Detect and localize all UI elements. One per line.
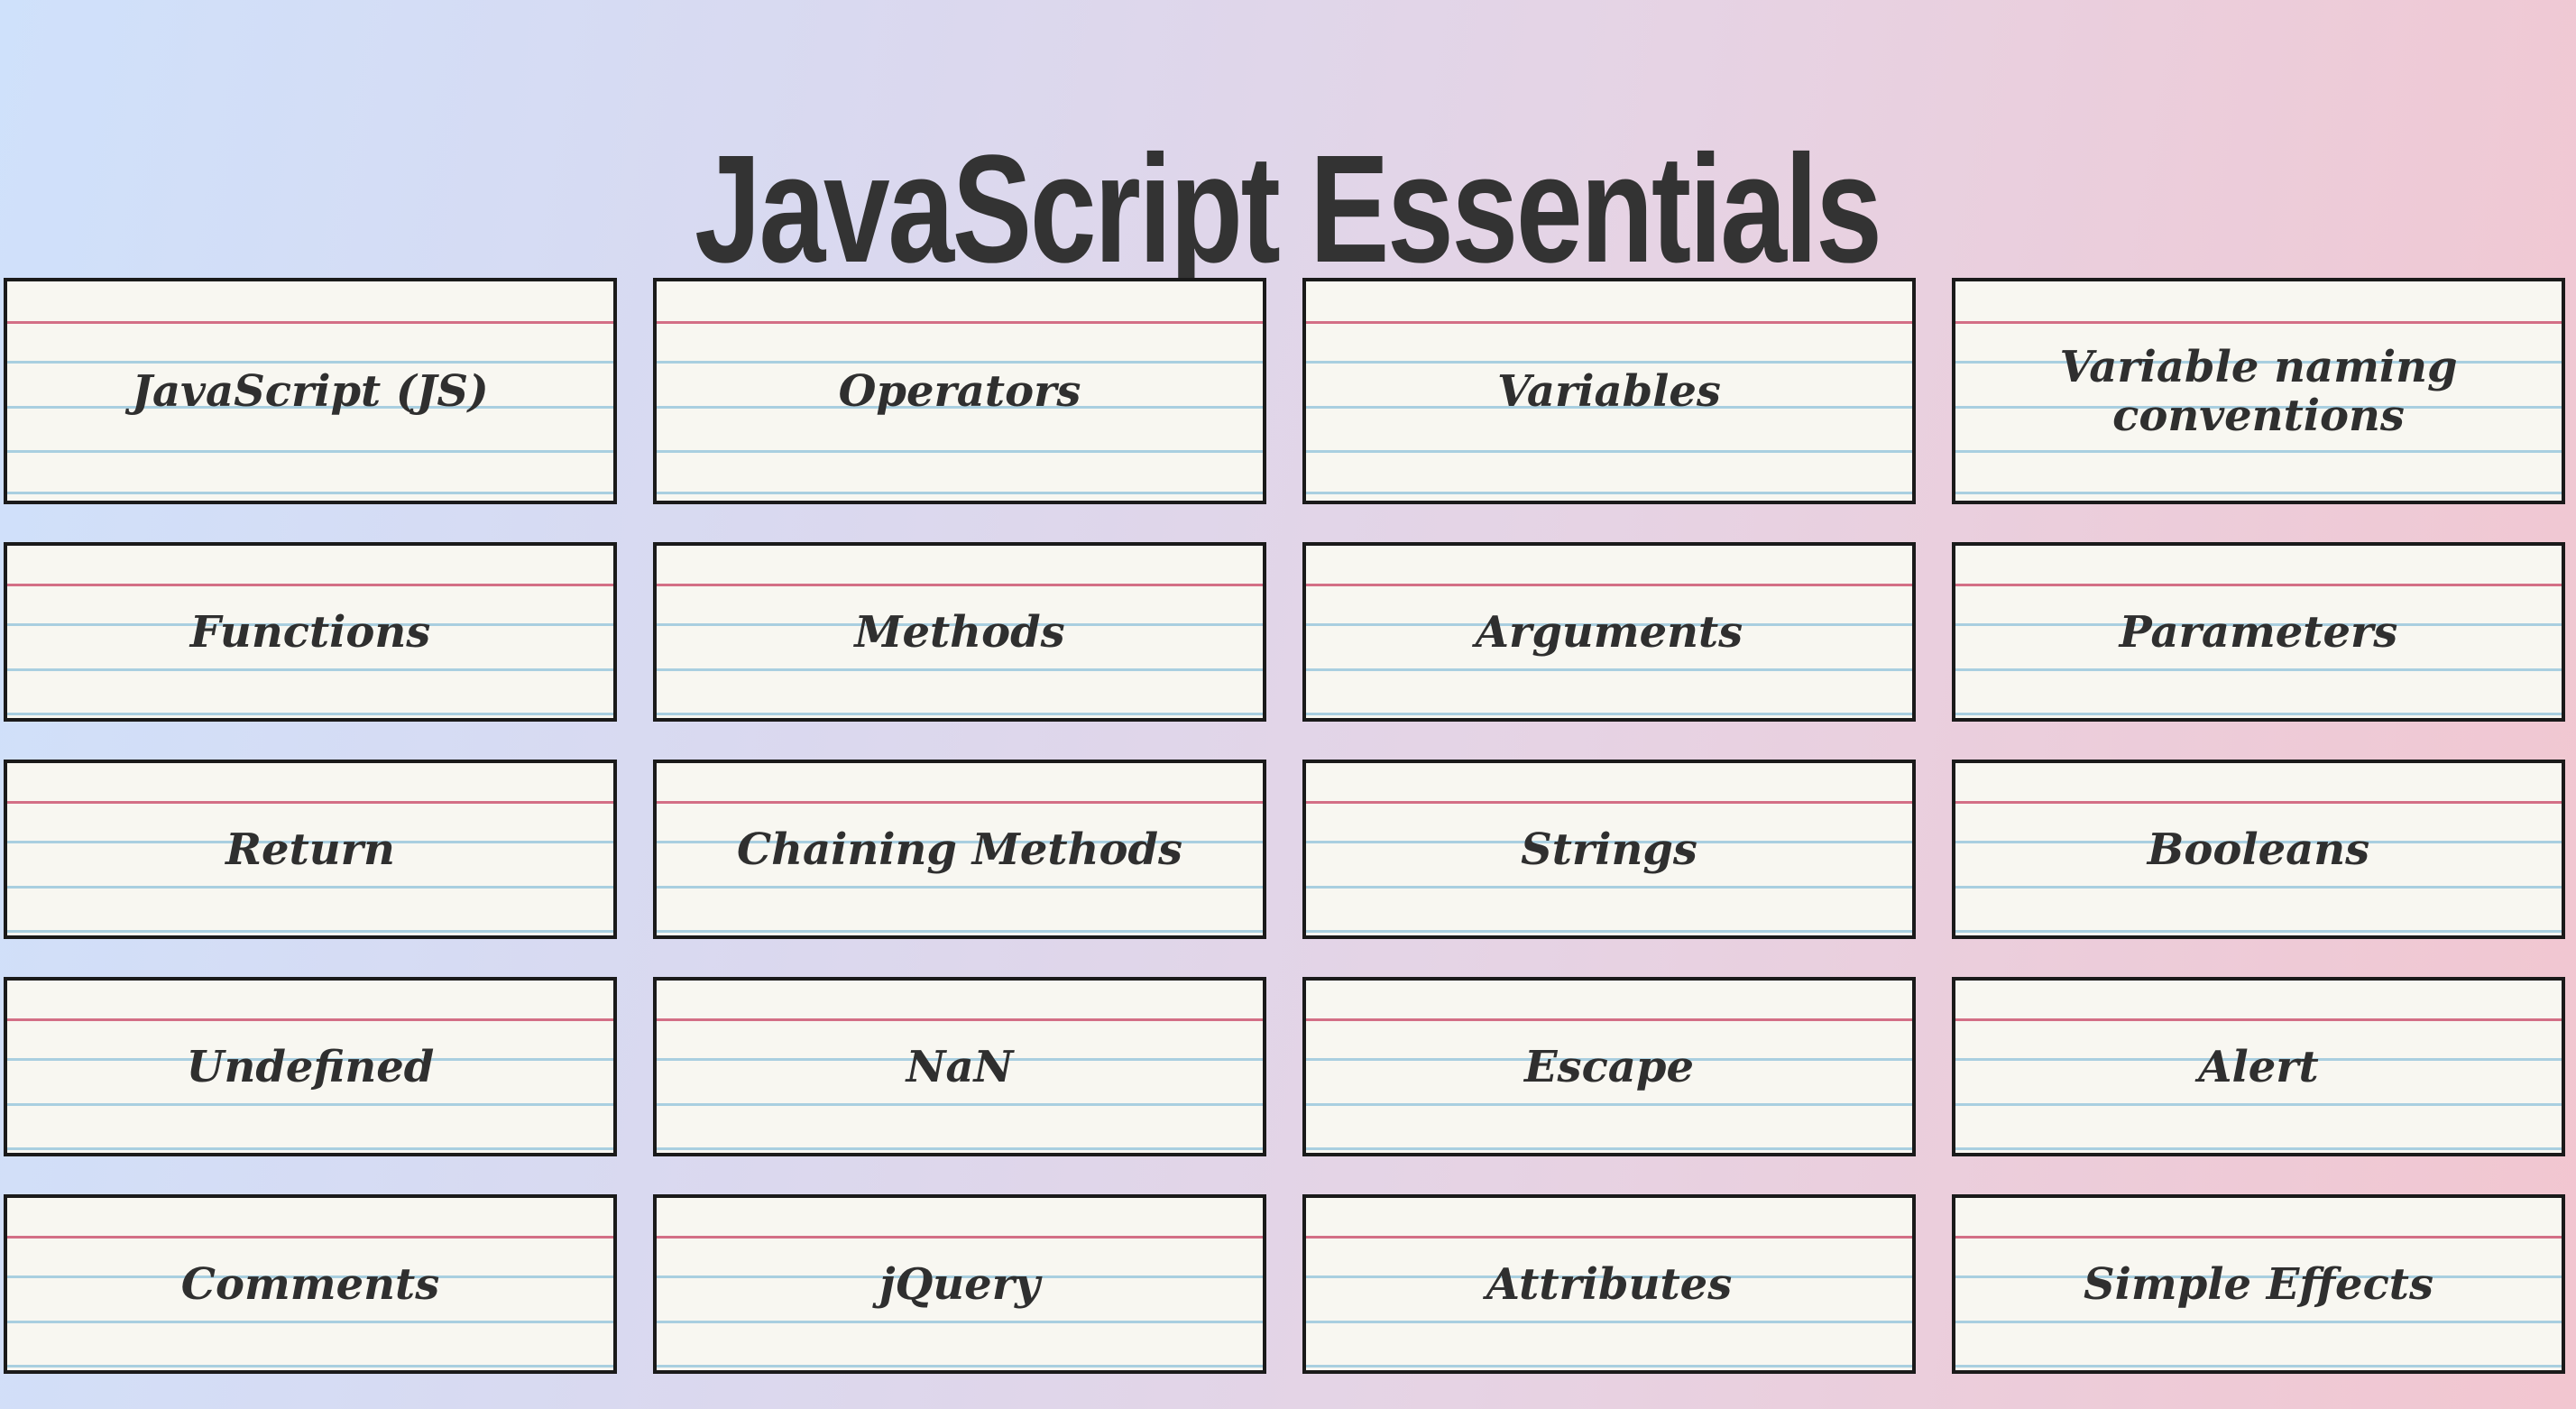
flashcard-booleans[interactable]: Booleans bbox=[1952, 760, 2565, 939]
flashcard-variables[interactable]: Variables bbox=[1302, 278, 1916, 504]
flashcard-undefined[interactable]: Undefined bbox=[4, 977, 617, 1156]
flashcard-label: Functions bbox=[189, 606, 431, 658]
flashcard-label: Strings bbox=[1521, 824, 1697, 875]
flashcard-parameters[interactable]: Parameters bbox=[1952, 542, 2565, 722]
flashcard-label: NaN bbox=[906, 1041, 1014, 1092]
flashcard-label: Undefined bbox=[186, 1041, 435, 1092]
flashcard-chaining-methods[interactable]: Chaining Methods bbox=[653, 760, 1266, 939]
flashcard-attributes[interactable]: Attributes bbox=[1302, 1194, 1916, 1374]
flashcard-simple-effects[interactable]: Simple Effects bbox=[1952, 1194, 2565, 1374]
flashcard-variable-naming-conventions[interactable]: Variable naming conventions bbox=[1952, 278, 2565, 504]
flashcard-label: JavaScript (JS) bbox=[132, 365, 489, 417]
flashcard-return[interactable]: Return bbox=[4, 760, 617, 939]
flashcard-escape[interactable]: Escape bbox=[1302, 977, 1916, 1156]
flashcard-strings[interactable]: Strings bbox=[1302, 760, 1916, 939]
flashcard-jquery[interactable]: jQuery bbox=[653, 1194, 1266, 1374]
flashcard-label: Chaining Methods bbox=[736, 824, 1183, 875]
flashcard-label: Booleans bbox=[2147, 824, 2370, 875]
flashcard-methods[interactable]: Methods bbox=[653, 542, 1266, 722]
flashcard-label: Operators bbox=[838, 365, 1081, 417]
flashcard-label: Alert bbox=[2198, 1041, 2319, 1092]
flashcard-label: jQuery bbox=[879, 1258, 1040, 1310]
flashcard-functions[interactable]: Functions bbox=[4, 542, 617, 722]
flashcard-grid: JavaScript (JS) Operators Variables Vari… bbox=[4, 278, 2565, 1374]
flashcard-javascript[interactable]: JavaScript (JS) bbox=[4, 278, 617, 504]
flashcard-label: Variable naming conventions bbox=[2059, 341, 2458, 441]
flashcard-label: Variables bbox=[1497, 365, 1721, 417]
flashcard-nan[interactable]: NaN bbox=[653, 977, 1266, 1156]
flashcard-label: Comments bbox=[180, 1258, 440, 1310]
page-title: JavaScript Essentials bbox=[695, 123, 1882, 295]
flashcard-operators[interactable]: Operators bbox=[653, 278, 1266, 504]
flashcard-label: Parameters bbox=[2119, 606, 2398, 658]
flashcard-label: Return bbox=[225, 824, 395, 875]
flashcard-label: Arguments bbox=[1475, 606, 1743, 658]
flashcard-label: Escape bbox=[1523, 1041, 1695, 1092]
flashcard-label: Simple Effects bbox=[2084, 1258, 2433, 1310]
flashcard-comments[interactable]: Comments bbox=[4, 1194, 617, 1374]
flashcard-label: Attributes bbox=[1486, 1258, 1733, 1310]
flashcard-label: Methods bbox=[854, 606, 1065, 658]
flashcard-arguments[interactable]: Arguments bbox=[1302, 542, 1916, 722]
flashcard-alert[interactable]: Alert bbox=[1952, 977, 2565, 1156]
